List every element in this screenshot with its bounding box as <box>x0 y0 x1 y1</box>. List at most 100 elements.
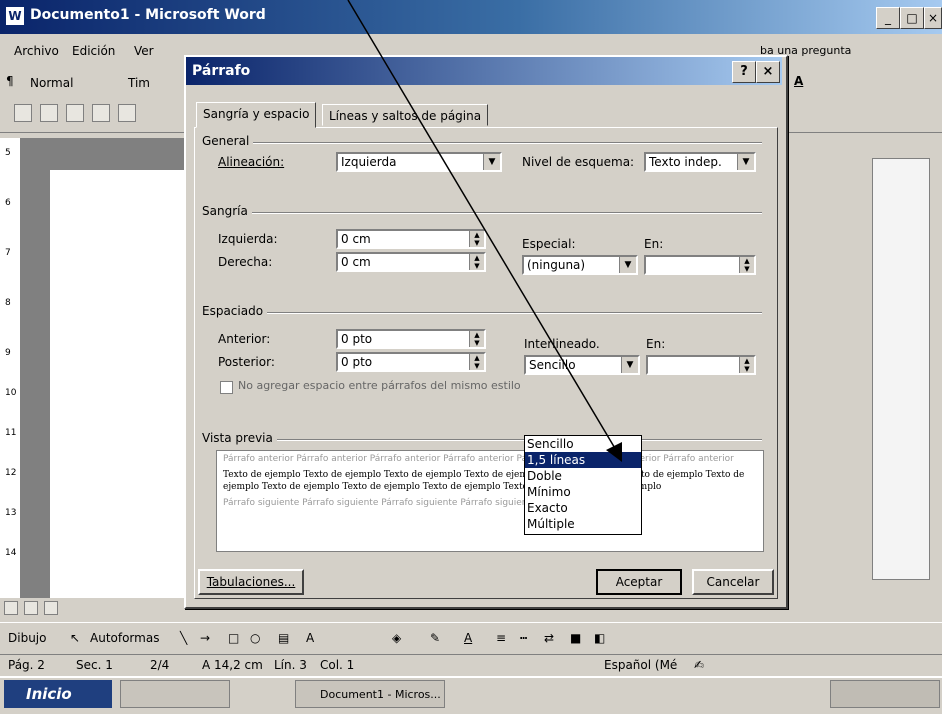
spelling-status-icon[interactable]: ✍ <box>694 658 704 672</box>
no-space-checkbox[interactable] <box>220 381 233 394</box>
spinner-icon[interactable]: ▲ ▼ <box>469 254 484 270</box>
chevron-down-icon[interactable]: ▼ <box>621 357 638 373</box>
spinner-icon[interactable]: ▲ ▼ <box>469 331 484 347</box>
dialog-title-bar: Párrafo ? × <box>186 57 782 85</box>
alignment-select[interactable]: Izquierda ▼ <box>336 152 502 172</box>
dialog-close-icon[interactable]: × <box>756 61 780 83</box>
word-app-icon[interactable]: W <box>6 7 24 25</box>
chevron-down-icon[interactable]: ▼ <box>483 154 500 170</box>
open-icon[interactable] <box>40 104 58 122</box>
line-at-input[interactable]: ▲ ▼ <box>646 355 756 375</box>
line-color-icon[interactable]: ✎ <box>430 631 440 645</box>
menu-edicion[interactable]: Edición <box>72 44 115 58</box>
drawing-toolbar: Dibujo ↖ Autoformas ╲ → □ ○ ▤ A ◈ ✎ A ≡ … <box>0 622 942 653</box>
status-position: A 14,2 cm <box>202 658 263 672</box>
line-spacing-option[interactable]: Múltiple <box>525 516 641 532</box>
line-spacing-label: Interlineado. <box>524 337 600 351</box>
draw-menu[interactable]: Dibujo <box>8 631 46 645</box>
normal-view-icon[interactable] <box>4 601 18 615</box>
select-objects-icon[interactable]: ↖ <box>70 631 80 645</box>
line-style-icon[interactable]: ≡ <box>496 631 506 645</box>
tab-sangria-espacio[interactable]: Sangría y espacio <box>196 102 317 128</box>
web-view-icon[interactable] <box>24 601 38 615</box>
minimize-icon[interactable]: _ <box>876 7 900 29</box>
line-spacing-option[interactable]: Sencillo <box>525 436 641 452</box>
line-icon[interactable]: ╲ <box>180 631 187 645</box>
indent-right-value: 0 cm <box>341 255 371 269</box>
status-language: Español (Mé <box>604 658 678 672</box>
menu-ver[interactable]: Ver <box>134 44 154 58</box>
view-buttons <box>0 598 190 620</box>
wordart-icon[interactable]: A <box>306 631 314 645</box>
group-sangria: Sangría <box>202 204 252 218</box>
ok-button[interactable]: Aceptar <box>596 569 682 595</box>
line-spacing-option-selected[interactable]: 1,5 líneas <box>525 452 641 468</box>
chevron-down-icon[interactable]: ▼ <box>737 154 754 170</box>
outline-value: Texto indep. <box>649 155 722 169</box>
menu-archivo[interactable]: Archivo <box>14 44 59 58</box>
spacing-after-value: 0 pto <box>341 355 373 369</box>
group-line-preview <box>202 439 762 441</box>
status-page: Pág. 2 <box>8 658 45 672</box>
spacing-after-input[interactable]: 0 pto ▲ ▼ <box>336 352 486 372</box>
document-page[interactable] <box>50 170 190 600</box>
line-spacing-option[interactable]: Exacto <box>525 500 641 516</box>
autoshapes-menu[interactable]: Autoformas <box>90 631 159 645</box>
font-color-draw-icon[interactable]: A <box>464 631 472 645</box>
dash-style-icon[interactable]: ┅ <box>520 631 527 645</box>
arrow-icon[interactable]: → <box>200 631 210 645</box>
line-spacing-select[interactable]: Sencillo ▼ <box>524 355 640 375</box>
font-select[interactable]: Tim <box>128 76 150 90</box>
help-icon[interactable]: ? <box>732 61 756 83</box>
spinner-icon[interactable]: ▲ ▼ <box>739 257 754 273</box>
spinner-icon[interactable]: ▲ ▼ <box>469 231 484 247</box>
save-icon[interactable] <box>66 104 84 122</box>
preview-sample-text: Texto de ejemplo Texto de ejemplo Texto … <box>223 470 745 492</box>
spinner-icon[interactable]: ▲ ▼ <box>469 354 484 370</box>
spacing-before-label: Anterior: <box>218 332 271 346</box>
rectangle-icon[interactable]: □ <box>228 631 239 645</box>
indent-left-input[interactable]: 0 cm ▲ ▼ <box>336 229 486 249</box>
maximize-icon[interactable]: □ <box>900 7 924 29</box>
font-color-icon[interactable]: A <box>794 74 803 88</box>
print-view-icon[interactable] <box>44 601 58 615</box>
cancel-button[interactable]: Cancelar <box>692 569 774 595</box>
permission-icon[interactable] <box>92 104 110 122</box>
textbox-icon[interactable]: ▤ <box>278 631 289 645</box>
line-at-label: En: <box>646 337 666 351</box>
arrow-style-icon[interactable]: ⇄ <box>544 631 554 645</box>
start-button[interactable]: Inicio <box>4 680 112 708</box>
chevron-down-icon[interactable]: ▼ <box>619 257 636 273</box>
outline-select[interactable]: Texto indep. ▼ <box>644 152 756 172</box>
oval-icon[interactable]: ○ <box>250 631 260 645</box>
spacing-before-value: 0 pto <box>341 332 373 346</box>
tabs-button[interactable]: Tabulaciones... <box>198 569 304 595</box>
group-general: General <box>202 134 254 148</box>
group-espaciado: Espaciado <box>202 304 268 318</box>
shadow-icon[interactable]: ■ <box>570 631 581 645</box>
style-select[interactable]: Normal <box>30 76 73 90</box>
alignment-value: Izquierda <box>341 155 397 169</box>
new-icon[interactable] <box>14 104 32 122</box>
dialog-title: Párrafo <box>192 63 251 79</box>
special-select[interactable]: (ninguna) ▼ <box>522 255 638 275</box>
spacing-before-input[interactable]: 0 pto ▲ ▼ <box>336 329 486 349</box>
taskbar-item-explorer[interactable] <box>120 680 230 708</box>
indent-right-input[interactable]: 0 cm ▲ ▼ <box>336 252 486 272</box>
line-spacing-option[interactable]: Mínimo <box>525 484 641 500</box>
email-icon[interactable] <box>118 104 136 122</box>
3d-icon[interactable]: ◧ <box>594 631 605 645</box>
line-spacing-value: Sencillo <box>529 358 576 372</box>
tab-lineas-saltos[interactable]: Líneas y saltos de página <box>322 104 489 126</box>
system-tray <box>830 680 940 708</box>
spinner-icon[interactable]: ▲ ▼ <box>739 357 754 373</box>
task-pane-content <box>872 158 930 580</box>
indent-by-input[interactable]: ▲ ▼ <box>644 255 756 275</box>
outline-label: Nivel de esquema: <box>522 155 635 169</box>
status-line: Lín. 3 <box>274 658 307 672</box>
close-icon[interactable]: × <box>924 7 942 29</box>
alignment-label: Alineación: <box>218 155 285 169</box>
line-spacing-option[interactable]: Doble <box>525 468 641 484</box>
taskbar-item-word[interactable]: Document1 - Micros... <box>295 680 445 708</box>
fill-color-icon[interactable]: ◈ <box>392 631 401 645</box>
